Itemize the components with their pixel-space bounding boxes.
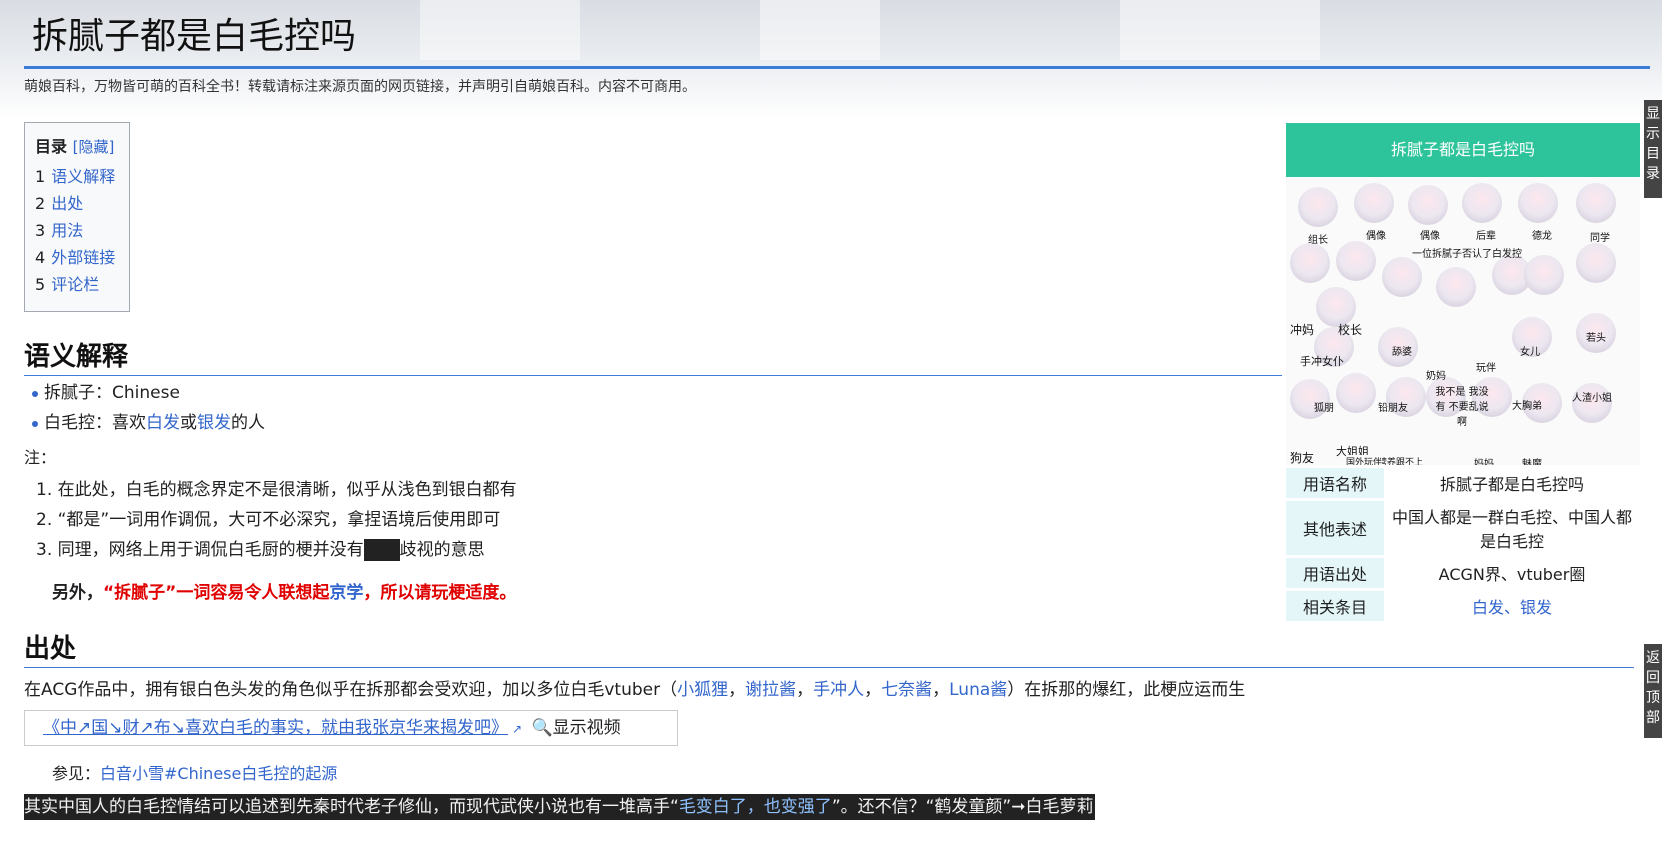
infobox: 拆腻子都是白毛控吗 组长 偶像 偶像 后辈 德龙 同学 冲妈 校长 舔婆 女儿 … (1286, 123, 1640, 624)
note-item: 2. “都是”一词用作调侃，大可不必深究，拿捏语境后使用即可 (36, 510, 501, 530)
table-row: 其他表述 中国人都是一群白毛控、中国人都是白毛控 (1286, 501, 1640, 555)
vtuber-link[interactable]: 谢拉酱 (745, 680, 796, 700)
site-subtitle: 萌娘百科，万物皆可萌的百科全书！转载请标注来源页面的网页链接，并声明引自萌娘百科… (24, 79, 696, 95)
list-item: 白毛控：喜欢白发或银发的人 (30, 408, 265, 438)
meaning-list: 拆腻子：Chinese 白毛控：喜欢白发或银发的人 (30, 378, 265, 438)
page-title: 拆腻子都是白毛控吗 (24, 12, 1650, 69)
link-jingxue[interactable]: 京学 (329, 583, 363, 603)
blackout-censor[interactable] (363, 539, 400, 561)
infobox-image[interactable]: 组长 偶像 偶像 后辈 德龙 同学 冲妈 校长 舔婆 女儿 若头 手冲女仆 玩伴… (1286, 177, 1640, 465)
toc-item[interactable]: 5 评论栏 (35, 271, 119, 298)
vtuber-link[interactable]: Luna酱 (949, 680, 1007, 700)
vtuber-link[interactable]: 小狐狸 (677, 680, 728, 700)
toc-item[interactable]: 3 用法 (35, 217, 119, 244)
toc-item[interactable]: 4 外部链接 (35, 244, 119, 271)
link-white-hair[interactable]: 白发 (146, 413, 180, 433)
toc-heading: 目录 (35, 137, 68, 156)
origin-paragraph: 在ACG作品中，拥有银白色头发的角色似乎在拆那都会受欢迎，加以多位白毛vtube… (24, 680, 1246, 700)
note-item: 1. 在此处，白毛的概念界定不是很清晰，似乎从浅色到银白都有 (36, 480, 517, 500)
dark-link[interactable]: 毛变白了，也变强了 (679, 797, 832, 817)
dark-highlight-text: 其实中国人的白毛控情结可以追述到先秦时代老子修仙，而现代武侠小说也有一堆高手“毛… (24, 794, 1096, 820)
table-row: 用语出处 ACGN界、vtuber圈 (1286, 558, 1640, 588)
infobox-table: 用语名称 拆腻子都是白毛控吗 其他表述 中国人都是一群白毛控、中国人都是白毛控 用语… (1286, 465, 1640, 624)
see-also: 参见：白音小雪#Chinese白毛控的起源 (52, 764, 338, 783)
table-of-contents: 目录 [隐藏] 1 语义解释 2 出处 3 用法 4 外部链接 5 评论栏 (24, 122, 130, 312)
vtuber-link[interactable]: 手冲人 (813, 680, 864, 700)
show-toc-tab[interactable]: 显示目录 (1644, 100, 1662, 198)
external-link-icon: ↗ (511, 722, 523, 736)
table-row: 用语名称 拆腻子都是白毛控吗 (1286, 468, 1640, 498)
see-also-link[interactable]: 白音小雪#Chinese白毛控的起源 (100, 764, 337, 783)
note-label: 注： (24, 448, 57, 467)
video-link[interactable]: 《中↗国↘财↗布↘喜欢白毛的事实，就由我张京华来揭发吧》 (43, 718, 508, 738)
video-box: 《中↗国↘财↗布↘喜欢白毛的事实，就由我张京华来揭发吧》 ↗ 🔍显示视频 (24, 710, 678, 746)
warning-text: 另外，“拆腻子”一词容易令人联想起京学，所以请玩梗适度。 (52, 583, 517, 603)
related-entries-links[interactable]: 白发、银发 (1384, 591, 1640, 621)
note-item: 3. 同理，网络上用于调侃白毛厨的梗并没有 歧视的意思 (36, 539, 485, 561)
table-row: 相关条目 白发、银发 (1286, 591, 1640, 621)
section-heading-meaning: 语义解释 (24, 336, 1282, 376)
search-icon: 🔍 (531, 718, 553, 738)
link-silver-hair[interactable]: 银发 (197, 413, 231, 433)
toc-item[interactable]: 1 语义解释 (35, 163, 119, 190)
toc-item[interactable]: 2 出处 (35, 190, 119, 217)
vtuber-link[interactable]: 七奈酱 (881, 680, 932, 700)
back-to-top-tab[interactable]: 返回顶部 (1644, 644, 1662, 738)
section-heading-origin: 出处 (24, 628, 1634, 668)
infobox-title: 拆腻子都是白毛控吗 (1286, 123, 1640, 177)
list-item: 拆腻子：Chinese (30, 378, 265, 408)
show-video-button[interactable]: 🔍显示视频 (531, 718, 620, 738)
notes-list: 1. 在此处，白毛的概念界定不是很清晰，似乎从浅色到银白都有 2. “都是”一词… (36, 475, 517, 565)
toc-hide-toggle[interactable]: [隐藏] (73, 138, 115, 156)
